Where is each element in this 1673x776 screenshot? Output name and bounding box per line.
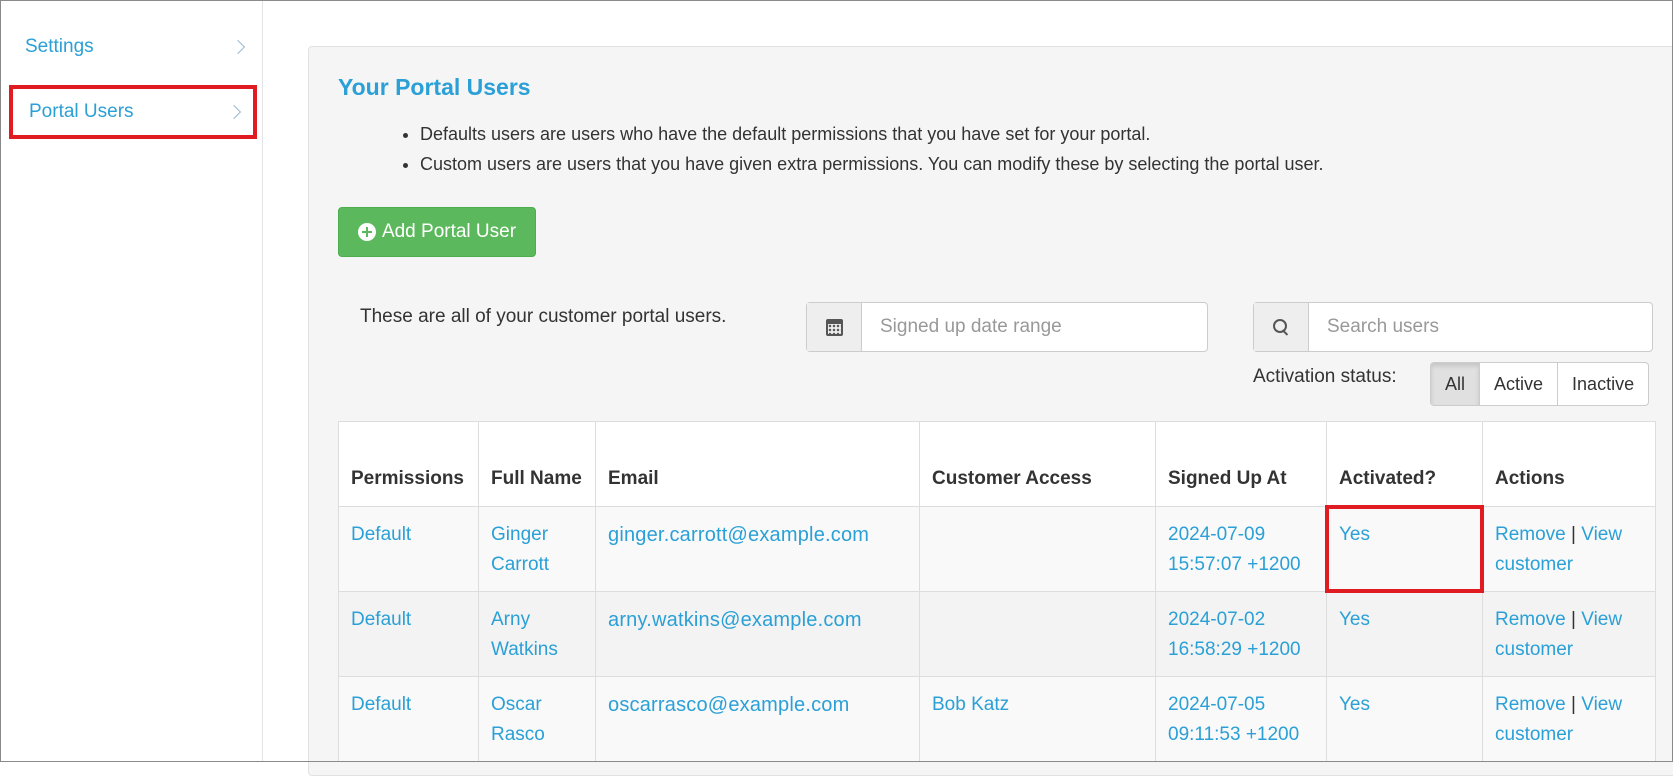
signed-up-at-link[interactable]: 2024-07-09 15:57:07 +1200 — [1168, 524, 1301, 575]
filter-inactive-button[interactable]: Inactive — [1558, 363, 1648, 405]
email-link[interactable]: oscarrasco@example.com — [608, 694, 849, 716]
page-title: Your Portal Users — [338, 74, 531, 100]
remove-link[interactable]: Remove — [1495, 524, 1566, 545]
filter-active-button[interactable]: Active — [1480, 363, 1559, 405]
chevron-right-icon — [226, 104, 242, 120]
remove-link[interactable]: Remove — [1495, 609, 1566, 630]
info-list-item: Defaults users are users who have the de… — [420, 119, 1323, 149]
plus-circle-icon — [357, 223, 376, 241]
add-portal-user-button[interactable]: Add Portal User — [338, 207, 536, 257]
sidebar-item-label: Settings — [25, 36, 94, 57]
intro-text: These are all of your customer portal us… — [360, 306, 727, 327]
chevron-right-icon — [230, 39, 246, 55]
activation-filter-group: All Active Inactive — [1430, 362, 1650, 406]
sidebar-item-label: Portal Users — [29, 101, 134, 122]
permissions-link[interactable]: Default — [351, 524, 411, 545]
search-group — [1253, 302, 1653, 352]
date-range-group — [806, 302, 1208, 352]
sidebar-item-settings[interactable]: Settings — [9, 20, 257, 74]
column-header-signed-up-at: Signed Up At — [1155, 421, 1327, 507]
column-header-actions: Actions — [1482, 421, 1656, 507]
activated-link[interactable]: Yes — [1339, 524, 1370, 545]
add-portal-user-label: Add Portal User — [381, 221, 517, 242]
email-link[interactable]: ginger.carrott@example.com — [608, 524, 869, 546]
info-list: Defaults users are users who have the de… — [378, 119, 1323, 179]
filter-all-button[interactable]: All — [1431, 363, 1481, 405]
column-header-permissions: Permissions — [338, 421, 479, 507]
search-input[interactable] — [1309, 303, 1652, 351]
sidebar-item-portal-users[interactable]: Portal Users — [9, 85, 257, 139]
column-header-customer-access: Customer Access — [919, 421, 1156, 507]
customer-access-link[interactable]: Bob Katz — [932, 694, 1009, 715]
full-name-link[interactable]: Ginger Carrott — [491, 524, 549, 575]
column-header-full-name: Full Name — [478, 421, 596, 507]
full-name-link[interactable]: Arny Watkins — [491, 609, 558, 660]
action-separator: | — [1571, 609, 1576, 630]
table-header-row: Permissions Full Name Email Customer Acc… — [338, 421, 1656, 507]
sidebar: Settings Portal Users — [1, 1, 263, 761]
column-header-activated: Activated? — [1326, 421, 1483, 507]
signed-up-at-link[interactable]: 2024-07-05 09:11:53 +1200 — [1168, 694, 1299, 745]
search-addon — [1254, 303, 1309, 351]
signed-up-at-link[interactable]: 2024-07-02 16:58:29 +1200 — [1168, 609, 1301, 660]
activation-status-label: Activation status: — [1253, 366, 1397, 387]
activated-link[interactable]: Yes — [1339, 694, 1370, 715]
table-row: Default Arny Watkins arny.watkins@exampl… — [338, 591, 1656, 677]
full-name-link[interactable]: Oscar Rasco — [491, 694, 545, 745]
remove-link[interactable]: Remove — [1495, 694, 1566, 715]
email-link[interactable]: arny.watkins@example.com — [608, 609, 862, 631]
table-row: Default Ginger Carrott ginger.carrott@ex… — [338, 505, 1656, 593]
highlight-box — [1325, 505, 1484, 593]
permissions-link[interactable]: Default — [351, 609, 411, 630]
date-range-input[interactable] — [862, 303, 1207, 351]
action-separator: | — [1571, 524, 1576, 545]
activated-link[interactable]: Yes — [1339, 609, 1370, 630]
portal-users-table: Permissions Full Name Email Customer Acc… — [338, 421, 1656, 762]
info-list-item: Custom users are users that you have giv… — [420, 149, 1323, 179]
column-header-email: Email — [595, 421, 920, 507]
calendar-addon[interactable] — [807, 303, 862, 351]
table-row: Default Oscar Rasco oscarrasco@example.c… — [338, 676, 1656, 762]
search-icon — [1273, 319, 1289, 335]
action-separator: | — [1571, 694, 1576, 715]
permissions-link[interactable]: Default — [351, 694, 411, 715]
calendar-icon — [825, 318, 843, 336]
